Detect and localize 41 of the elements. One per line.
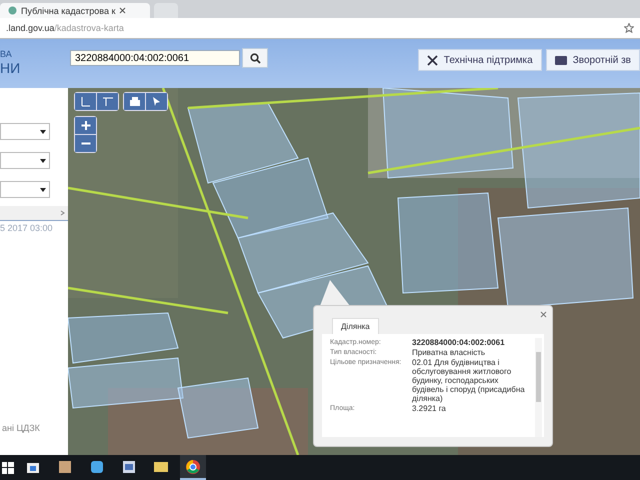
header-button[interactable]: Технічна підтримка	[418, 49, 542, 71]
zoom-out-button[interactable]	[75, 135, 96, 152]
chat-icon	[89, 458, 105, 474]
footer-text: ані ЦДЗК	[1, 423, 41, 433]
zoom-in-button[interactable]	[75, 117, 96, 134]
square-icon	[57, 458, 73, 474]
pointer-icon	[150, 96, 162, 107]
close-icon[interactable]	[119, 7, 126, 14]
search-button[interactable]	[242, 48, 268, 68]
search-field[interactable]: 3220884000:04:002:0061	[70, 50, 240, 66]
field-value: 02.01 Для будівництва і обслуговування житлового будинку, господарських будівель і споруд (присадибна ділянка)	[412, 358, 526, 403]
chevron-icon[interactable]	[60, 210, 66, 216]
caret-icon	[40, 158, 46, 162]
zoom-in-icon	[80, 120, 92, 131]
caret-icon	[40, 188, 46, 192]
field-value: 3.2921 га	[412, 404, 446, 413]
caret-icon	[40, 130, 46, 134]
field-value: Приватна власність	[412, 348, 486, 357]
print-button[interactable]	[124, 93, 145, 110]
windows-logo-icon[interactable]	[2, 462, 14, 474]
tools-icon	[426, 54, 438, 66]
logo-text: ВА	[0, 50, 13, 59]
header-button[interactable]: Зворотній зв	[546, 49, 640, 71]
date-text: 5 2017 03:00	[0, 223, 54, 233]
ruler-icon	[80, 96, 92, 107]
browser-icon	[185, 458, 201, 474]
field-value: 3220884000:04:002:0061	[412, 338, 505, 347]
search-icon	[250, 52, 260, 64]
close-icon[interactable]	[540, 311, 547, 318]
popup-tab[interactable]: Ділянка	[332, 318, 379, 334]
logo-text: НИ	[0, 61, 22, 75]
document-icon	[121, 458, 137, 474]
url-text[interactable]: .land.gov.ua/kadastrova-karta	[6, 23, 124, 33]
star-icon[interactable]	[624, 23, 634, 33]
scrollbar[interactable]	[535, 338, 542, 437]
browser-tab[interactable]: Публічна кадастрова к	[0, 3, 150, 18]
pointer-button[interactable]	[146, 93, 167, 110]
ruler-button[interactable]	[75, 93, 96, 110]
print-icon	[128, 96, 140, 107]
taskbar-app[interactable]	[180, 455, 206, 480]
message-icon	[554, 56, 567, 64]
